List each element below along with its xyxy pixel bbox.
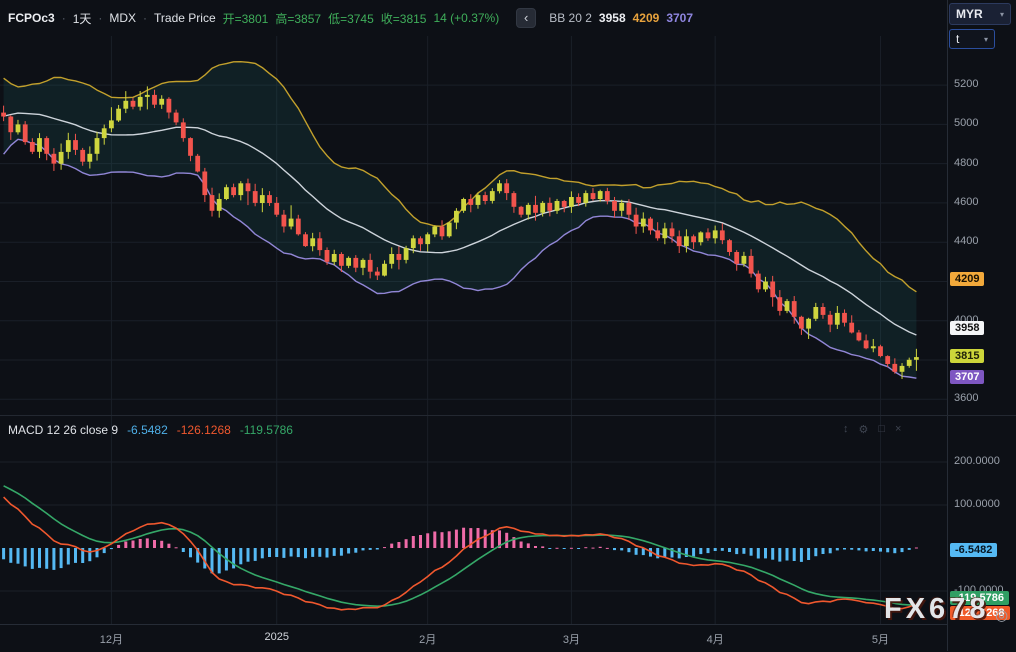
price-badge: 3958 <box>950 321 984 335</box>
ohlc-high-value: 高=3857 <box>275 10 321 27</box>
macd-axis-tick: 200.0000 <box>954 455 1000 467</box>
exchange-label: MDX <box>109 11 136 25</box>
bb-upper-value: 4209 <box>633 11 660 25</box>
bb-indicator-label[interactable]: BB 20 2 <box>549 11 592 25</box>
price-badge: 3815 <box>950 349 984 363</box>
bb-lower-value: 3707 <box>666 11 693 25</box>
series-type-label: Trade Price <box>154 11 216 25</box>
macd-badge: -6.5482 <box>950 543 997 557</box>
price-axis-tick: 4600 <box>954 196 978 208</box>
back-button[interactable]: ‹ <box>516 8 536 28</box>
time-scale[interactable]: 12月 2025 2月 3月 4月 5月 <box>0 624 1016 652</box>
symbol-name[interactable]: FCPOc3 <box>8 11 55 25</box>
price-axis-tick: 5200 <box>954 78 978 90</box>
pane-controls: ↕ ⚙ □ × <box>843 423 901 436</box>
currency-panel: MYR ▾ t ▾ <box>949 3 1011 49</box>
chevron-down-icon: ▾ <box>984 35 988 44</box>
price-axis-tick: 3600 <box>954 392 978 404</box>
separator-dot: · <box>98 11 102 25</box>
macd-signal-value: -119.5786 <box>240 423 293 437</box>
unit-label: t <box>956 32 959 46</box>
currency-dropdown[interactable]: MYR ▾ <box>949 3 1011 25</box>
currency-label: MYR <box>956 7 983 21</box>
price-badge: 4209 <box>950 272 984 286</box>
separator-dot: · <box>62 11 66 25</box>
interval-label[interactable]: 1天 <box>73 10 92 27</box>
time-axis-label: 2025 <box>264 631 288 643</box>
close-icon[interactable]: × <box>895 423 901 436</box>
chevron-down-icon: ▾ <box>1000 10 1004 19</box>
maximize-icon[interactable]: □ <box>878 423 885 436</box>
ohlc-open-value: 开=3801 <box>223 10 269 27</box>
unit-dropdown[interactable]: t ▾ <box>949 29 995 49</box>
price-axis-tick: 5000 <box>954 117 978 129</box>
fx678-watermark: FX678 <box>884 593 989 626</box>
bb-middle-value: 3958 <box>599 11 626 25</box>
price-badge: 3707 <box>950 370 984 384</box>
trading-chart-app: FCPOc3 · 1天 · MDX · Trade Price 开=3801 高… <box>0 0 1016 651</box>
ohlc-low-value: 低=3745 <box>328 10 374 27</box>
separator-dot: · <box>143 11 147 25</box>
price-chart-pane[interactable] <box>0 36 947 415</box>
macd-line-value: -126.1268 <box>177 423 231 437</box>
macd-axis-tick: 100.0000 <box>954 498 1000 510</box>
macd-indicator-label[interactable]: MACD 12 26 close 9 <box>8 423 118 437</box>
macd-chart-pane[interactable] <box>0 416 947 624</box>
time-axis-label: 12月 <box>100 631 123 647</box>
price-scale[interactable]: 5200500048004600440040003600200.0000100.… <box>947 0 1016 651</box>
target-icon[interactable]: ◎ <box>995 606 1008 624</box>
time-axis-label: 4月 <box>707 631 724 647</box>
gear-icon[interactable]: ⚙ <box>859 423 869 436</box>
change-value: 14 (+0.37%) <box>434 11 500 25</box>
move-pane-icon[interactable]: ↕ <box>843 423 849 436</box>
macd-hist-value: -6.5482 <box>127 423 168 437</box>
pane-separator[interactable] <box>0 415 1016 416</box>
price-axis-tick: 4800 <box>954 157 978 169</box>
time-axis-label: 2月 <box>419 631 436 647</box>
time-axis-label: 3月 <box>563 631 580 647</box>
ohlc-close-value: 收=3815 <box>381 10 427 27</box>
chart-toolbar: FCPOc3 · 1天 · MDX · Trade Price 开=3801 高… <box>8 7 693 29</box>
macd-legend: MACD 12 26 close 9 -6.5482 -126.1268 -11… <box>8 423 293 437</box>
time-axis-label: 5月 <box>872 631 889 647</box>
price-axis-tick: 4400 <box>954 235 978 247</box>
